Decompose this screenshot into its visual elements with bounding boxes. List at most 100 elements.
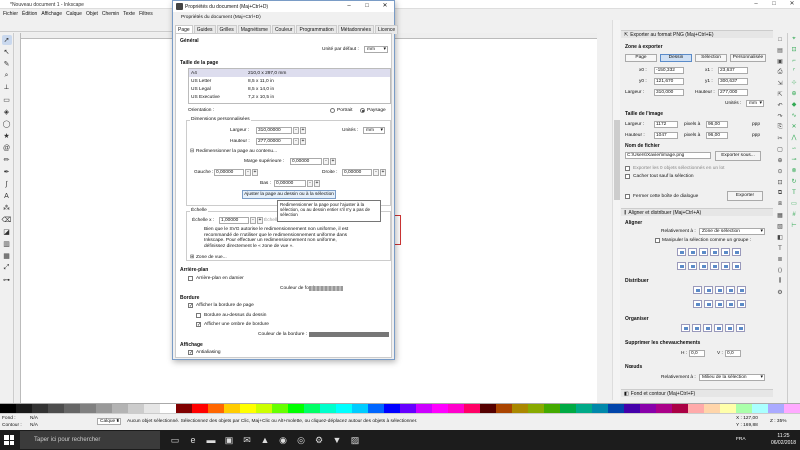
dpi-x-input[interactable]: 96,00 — [706, 121, 728, 128]
area-height-input[interactable]: 277,000 — [718, 89, 748, 96]
dialog-minimize-icon[interactable]: – — [340, 1, 358, 12]
x1-input[interactable]: 23,637 — [718, 67, 748, 74]
layer-select[interactable]: Calque 1 — [97, 418, 121, 425]
align-left-anchor-icon[interactable] — [688, 248, 697, 256]
bucket-tool-icon[interactable]: ◪ — [2, 227, 12, 237]
redo-icon[interactable]: ↷ — [776, 112, 785, 121]
node-tool-icon[interactable]: ↖ — [2, 47, 12, 57]
snap-smooth-icon[interactable]: ∽ — [790, 145, 798, 153]
scale-x-input[interactable]: 1,00000 — [219, 217, 249, 224]
chrome-icon[interactable]: ◎ — [294, 433, 308, 447]
ungroup-icon[interactable]: ▧ — [776, 222, 785, 231]
edge-icon[interactable]: e — [186, 433, 200, 447]
align-right-icon[interactable] — [721, 248, 730, 256]
export-area-page-tab[interactable]: Page — [625, 54, 657, 62]
export-area-selection-tab[interactable]: Sélection — [695, 54, 727, 62]
maximize-icon[interactable]: □ — [766, 0, 782, 9]
duplicate-icon[interactable]: ⧉ — [776, 189, 785, 198]
viewbox-expander-icon[interactable]: ⊞ — [190, 255, 194, 260]
taskbar-search-input[interactable]: Taper ici pour rechercher — [20, 431, 160, 449]
distribute-bottom-icon[interactable] — [715, 300, 724, 308]
distribute-right-icon[interactable] — [715, 286, 724, 294]
margin-left-decrement[interactable]: - — [245, 169, 251, 176]
margin-bottom-input[interactable]: 0,00000 — [274, 180, 306, 187]
spiral-tool-icon[interactable]: @ — [2, 143, 12, 153]
eraser-tool-icon[interactable]: ⌫ — [2, 215, 12, 225]
align-baseline-h-icon[interactable] — [732, 262, 741, 270]
snap-toggle-icon[interactable]: ⌖ — [790, 35, 798, 43]
distribute-baseline-v-icon[interactable] — [737, 300, 746, 308]
batch-export-checkbox[interactable] — [625, 166, 630, 171]
overlap-h-input[interactable]: 0,0 — [689, 350, 705, 357]
menu-layer[interactable]: Calque — [66, 11, 82, 17]
menu-text[interactable]: Texte — [123, 11, 135, 17]
distribute-gap-h-icon[interactable] — [726, 286, 735, 294]
align-center-v-icon[interactable] — [699, 248, 708, 256]
margin-top-decrement[interactable]: - — [323, 158, 329, 165]
inkscape-taskbar-icon[interactable]: ▼ — [330, 433, 344, 447]
pen-tool-icon[interactable]: ✒ — [2, 167, 12, 177]
menu-view[interactable]: Affichage — [41, 11, 62, 17]
snap-line-mid-icon[interactable]: ⊸ — [790, 156, 798, 164]
distribute-top-icon[interactable] — [693, 300, 702, 308]
export-button[interactable]: Exporter — [727, 191, 763, 201]
rect-tool-icon[interactable]: ▭ — [2, 95, 12, 105]
scale-x-decrement[interactable]: - — [250, 217, 256, 224]
landscape-radio[interactable] — [360, 108, 365, 113]
hide-all-checkbox[interactable] — [625, 174, 630, 179]
snap-bbox-icon[interactable]: ⊡ — [790, 46, 798, 54]
spray-tool-icon[interactable]: ⁂ — [2, 203, 12, 213]
mesh-tool-icon[interactable]: ▦ — [2, 251, 12, 261]
page-size-row[interactable]: US Legal 8,5 x 14,0 in — [189, 85, 390, 93]
graph-layout-icon[interactable] — [681, 324, 690, 332]
measure-tool-icon[interactable]: ⟂ — [2, 83, 12, 93]
dialog-close-icon[interactable]: ✕ — [376, 1, 394, 12]
save-icon[interactable]: ▣ — [776, 57, 785, 66]
dropper-tool-icon[interactable]: ⤢ — [2, 263, 12, 273]
scale-x-increment[interactable]: + — [257, 217, 263, 224]
import-icon[interactable]: ⇲ — [776, 79, 785, 88]
border-color-swatch[interactable] — [309, 332, 389, 337]
cut-icon[interactable]: ✂ — [776, 134, 785, 143]
img-width-input[interactable]: 1172 — [654, 121, 678, 128]
units-select[interactable]: mm — [363, 127, 385, 134]
align-bottom-anchor-icon[interactable] — [677, 262, 686, 270]
distribute-baseline-h-icon[interactable] — [737, 286, 746, 294]
print-icon[interactable]: ⎙ — [776, 68, 785, 77]
snap-intersection-icon[interactable]: ✕ — [790, 123, 798, 131]
antialias-checkbox[interactable]: ✓ — [188, 350, 193, 356]
default-unit-select[interactable]: mm — [364, 46, 388, 53]
align-panel-header[interactable]: ⫼ Aligner et distribuer (Maj+Ctrl+A) — [621, 208, 773, 216]
margin-right-decrement[interactable]: - — [373, 169, 379, 176]
group-icon[interactable]: ▦ — [776, 211, 785, 220]
text-font-icon[interactable]: T — [776, 244, 785, 253]
layers-icon[interactable]: ≣ — [776, 255, 785, 264]
randomize-icon[interactable] — [725, 324, 734, 332]
calligraphy-tool-icon[interactable]: ∫ — [2, 179, 12, 189]
snap-text-icon[interactable]: T — [790, 189, 798, 197]
export-area-drawing-tab[interactable]: Dessin — [660, 54, 692, 62]
width-decrement[interactable]: - — [293, 127, 299, 134]
close-dialog-checkbox[interactable] — [625, 194, 630, 199]
firefox-icon[interactable]: ◉ — [276, 433, 290, 447]
file-explorer-icon[interactable]: ▬ — [204, 433, 218, 447]
pencil-tool-icon[interactable]: ✏ — [2, 155, 12, 165]
page-size-row[interactable]: US Letter 8,5 x 11,0 in — [189, 77, 390, 85]
menu-filters[interactable]: Filtres — [139, 11, 153, 17]
text-tool-icon[interactable]: A — [2, 191, 12, 201]
align-icon[interactable]: ⫼ — [776, 277, 785, 286]
height-increment[interactable]: + — [300, 138, 306, 145]
menu-object[interactable]: Objet — [86, 11, 98, 17]
stroke-value[interactable]: N/A — [30, 423, 38, 428]
relative-to-select[interactable]: Zone de sélection — [699, 228, 765, 235]
scrollbar-thumb[interactable] — [614, 120, 620, 200]
box-tool-icon[interactable]: ◈ — [2, 107, 12, 117]
snap-page-icon[interactable]: ▭ — [790, 200, 798, 208]
clone-icon[interactable]: ⧈ — [776, 200, 785, 209]
img-height-input[interactable]: 1047 — [654, 132, 678, 139]
fill-stroke-icon[interactable]: ◧ — [776, 233, 785, 242]
mail-icon[interactable]: ✉ — [240, 433, 254, 447]
show-border-checkbox[interactable]: ✓ — [188, 303, 193, 309]
zoom-level[interactable]: Z : 35% — [770, 419, 787, 424]
zoom-tool-icon[interactable]: ⌕ — [2, 71, 12, 81]
